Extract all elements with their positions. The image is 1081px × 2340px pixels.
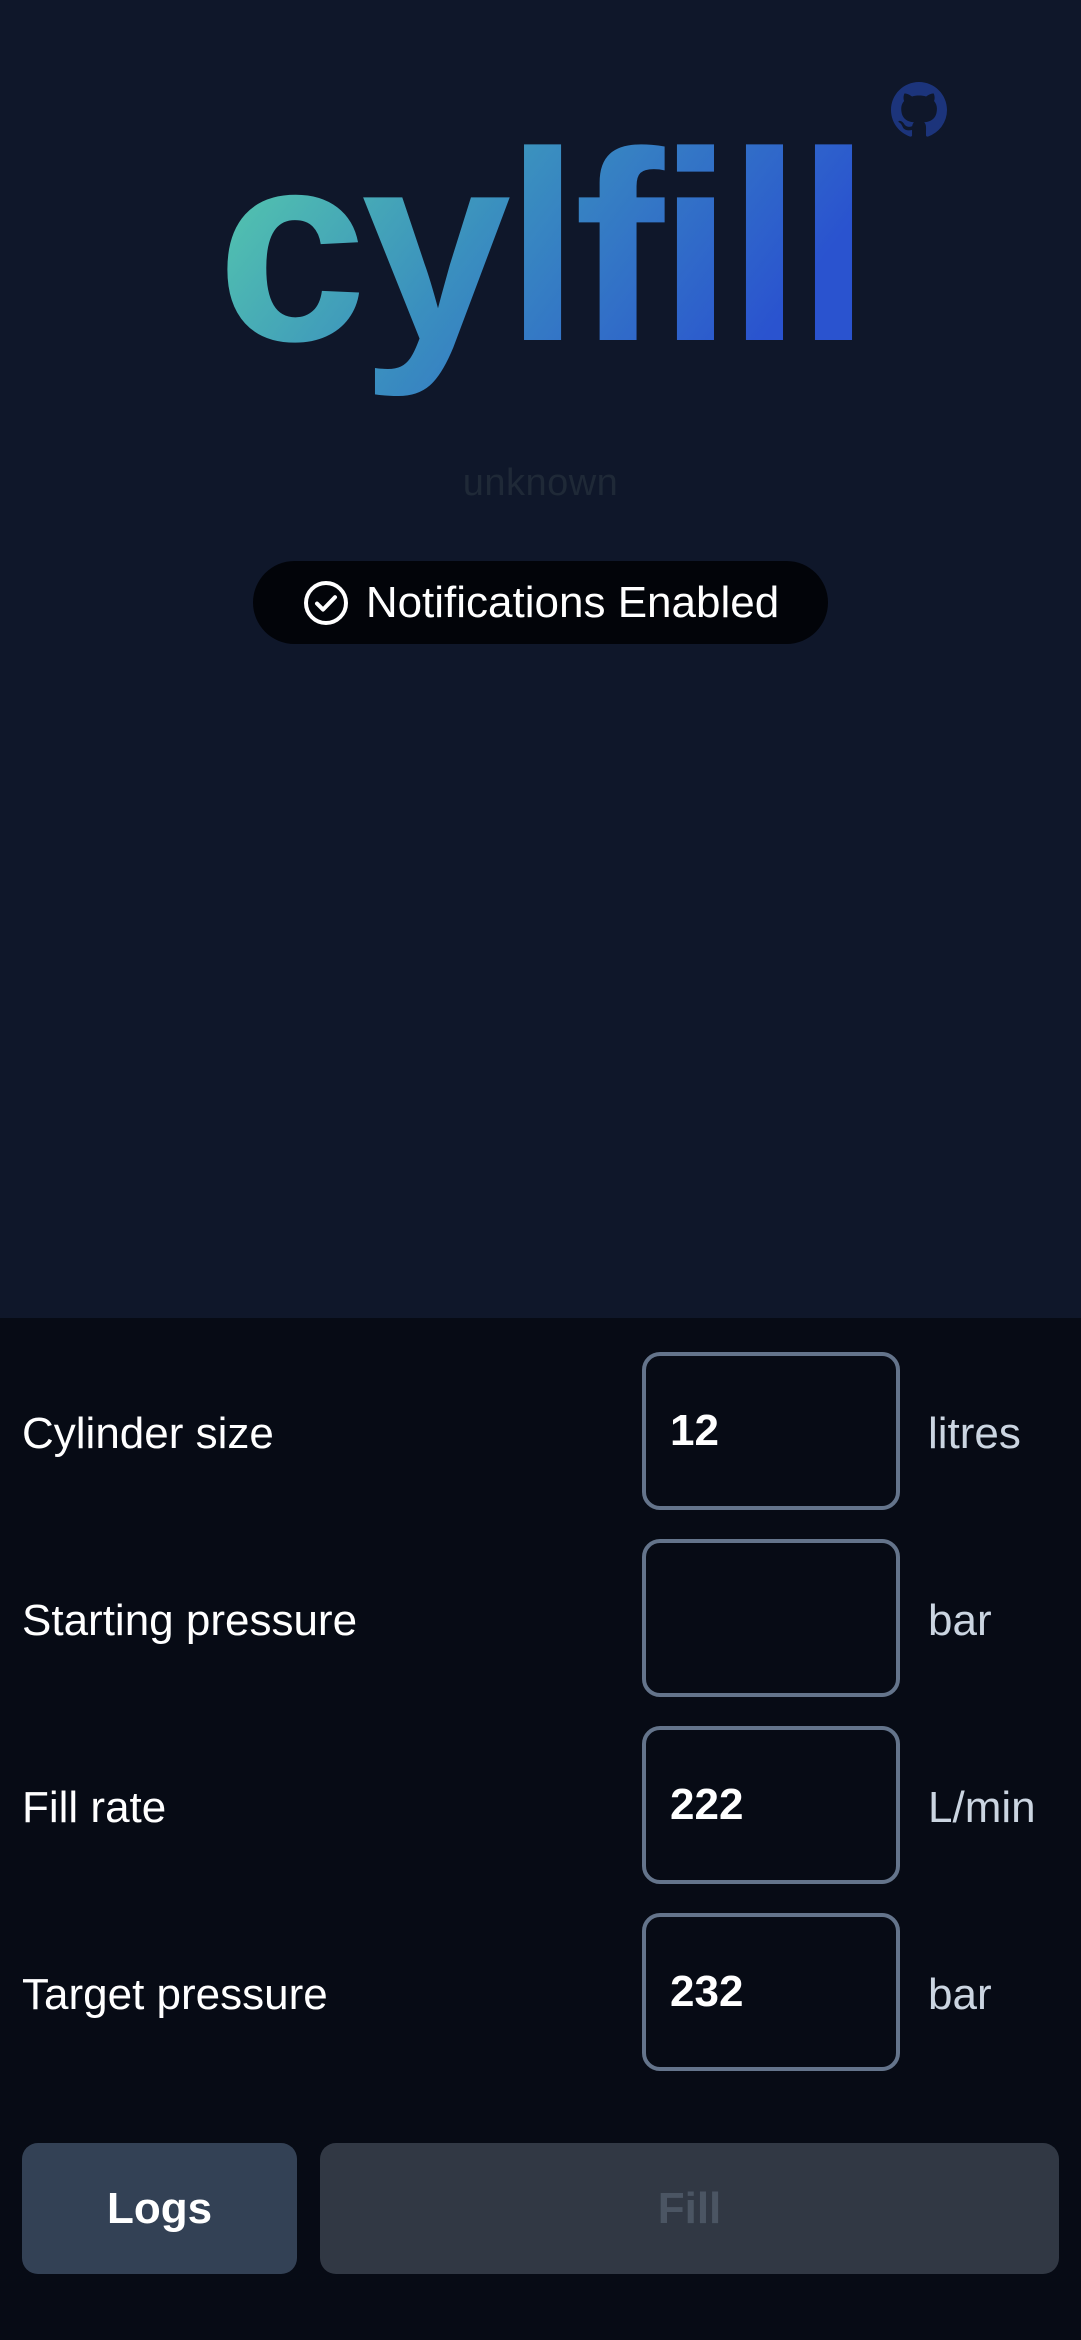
fill-rate-unit: L/min	[928, 1783, 1036, 1832]
brand-wordmark: cylfill	[216, 97, 870, 399]
cylinder-size-unit: litres	[928, 1409, 1021, 1458]
form-row-cylinder-size: Cylinder size litres	[0, 1352, 1081, 1516]
target-pressure-input[interactable]	[642, 1913, 900, 2071]
fill-rate-input[interactable]	[642, 1726, 900, 1884]
hero-section: cylfill unknown Notifications Enabled	[0, 0, 1081, 1318]
starting-pressure-unit: bar	[928, 1596, 992, 1645]
cylinder-size-label: Cylinder size	[22, 1409, 274, 1458]
app-root: cylfill unknown Notifications Enabled Cy…	[0, 0, 1081, 2340]
notifications-label: Notifications Enabled	[365, 577, 780, 627]
fill-button[interactable]: Fill	[320, 2143, 1059, 2274]
target-pressure-unit: bar	[928, 1970, 992, 2019]
form-row-starting-pressure: Starting pressure bar	[0, 1539, 1081, 1703]
fill-rate-label: Fill rate	[22, 1783, 167, 1832]
logs-button[interactable]: Logs	[22, 2143, 297, 2274]
brand-text: cylfill	[216, 97, 864, 399]
form-row-fill-rate: Fill rate L/min	[0, 1726, 1081, 1890]
notifications-badge[interactable]: Notifications Enabled	[253, 561, 828, 644]
cylinder-size-input[interactable]	[642, 1352, 900, 1510]
version-text: unknown	[462, 462, 619, 504]
check-circle-icon	[303, 580, 348, 625]
starting-pressure-label: Starting pressure	[22, 1596, 358, 1645]
brand-logo: cylfill	[0, 90, 1081, 420]
target-pressure-label: Target pressure	[22, 1970, 328, 2019]
form-row-target-pressure: Target pressure bar	[0, 1913, 1081, 2077]
starting-pressure-input[interactable]	[642, 1539, 900, 1697]
